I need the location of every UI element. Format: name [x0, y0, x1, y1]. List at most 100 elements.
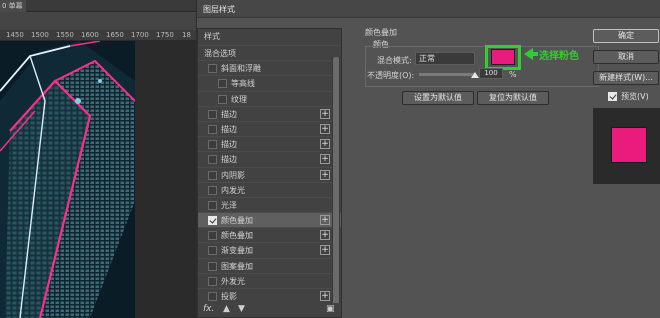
- style-item[interactable]: 描边 +: [198, 120, 341, 136]
- style-item[interactable]: 斜面和浮雕: [198, 60, 341, 75]
- style-item-checkbox[interactable]: [218, 94, 227, 104]
- style-item[interactable]: 等高线: [198, 75, 341, 90]
- cancel-button[interactable]: 取消: [593, 50, 659, 64]
- style-item[interactable]: 内发光: [198, 181, 341, 197]
- style-item[interactable]: 颜色叠加 +: [198, 227, 341, 242]
- style-item-checkbox[interactable]: [208, 246, 217, 256]
- preview-label: 预览(V): [621, 92, 649, 101]
- document-tab[interactable]: 0 单幕: [0, 0, 26, 12]
- style-item-checkbox[interactable]: [208, 292, 217, 301]
- blend-mode-label: 混合模式:: [377, 56, 412, 65]
- style-item-label: 光泽: [221, 200, 237, 210]
- style-item-checkbox[interactable]: [208, 124, 217, 134]
- add-effect-icon[interactable]: +: [320, 139, 330, 150]
- ruler-tick: 1650: [106, 31, 124, 39]
- style-item-checkbox[interactable]: [208, 200, 217, 210]
- style-item-checkbox[interactable]: [208, 231, 217, 241]
- color-swatch[interactable]: [491, 49, 515, 65]
- group-title: 颜色叠加: [365, 28, 397, 37]
- move-up-icon[interactable]: ▲: [223, 304, 230, 314]
- style-item-label: 渐变叠加: [221, 246, 253, 256]
- style-item-checkbox[interactable]: [208, 185, 217, 195]
- style-item[interactable]: 光泽: [198, 196, 341, 212]
- fx-icon[interactable]: fx.: [203, 304, 214, 314]
- style-item-label: 图案叠加: [221, 261, 253, 271]
- add-effect-icon[interactable]: +: [320, 215, 330, 226]
- style-item[interactable]: 内阴影 +: [198, 166, 341, 182]
- add-effect-icon[interactable]: +: [320, 230, 330, 241]
- document-canvas[interactable]: [0, 41, 135, 318]
- annotation-text: 选择粉色: [539, 51, 579, 62]
- add-effect-icon[interactable]: +: [320, 169, 330, 180]
- style-item[interactable]: 混合选项: [198, 45, 341, 60]
- opacity-slider-thumb[interactable]: [471, 72, 479, 78]
- style-item-label: 投影: [221, 292, 237, 301]
- add-effect-icon[interactable]: +: [320, 123, 330, 134]
- style-item[interactable]: 渐变叠加 +: [198, 242, 341, 257]
- style-list-panel: 样式 混合选项 斜面和浮雕 等高线 纹理 描边 + 描边 + 描边 + 描边 + 内阴影 + 内发光 光泽 颜色…: [197, 28, 342, 318]
- set-default-button[interactable]: 设置为默认值: [402, 91, 474, 105]
- style-list-header[interactable]: 样式: [198, 29, 341, 45]
- move-down-icon[interactable]: ▼: [238, 304, 245, 314]
- style-item-label: 混合选项: [204, 49, 236, 58]
- ruler-tick: 1750: [156, 31, 174, 39]
- add-effect-icon[interactable]: +: [320, 291, 330, 301]
- style-item-checkbox[interactable]: [208, 261, 217, 271]
- style-list-footer: fx. ▲ ▼ ▣: [198, 303, 341, 317]
- reset-default-button[interactable]: 复位为默认值: [477, 91, 549, 105]
- preview-checkbox[interactable]: [608, 92, 617, 101]
- ruler-tick: 18: [182, 31, 191, 39]
- building-photo: [0, 41, 135, 318]
- style-item-checkbox[interactable]: [208, 155, 217, 165]
- style-item-label: 描边: [221, 140, 237, 150]
- dialog-titlebar[interactable]: 图层样式: [197, 0, 660, 18]
- canvas-pasteboard: [135, 41, 196, 318]
- style-item[interactable]: 纹理: [198, 90, 341, 106]
- opacity-label: 不透明度(O):: [367, 71, 415, 80]
- style-item[interactable]: 投影 +: [198, 288, 341, 303]
- ruler-tick: 1550: [56, 31, 74, 39]
- trash-icon[interactable]: ▣: [326, 304, 335, 314]
- style-item[interactable]: 描边 +: [198, 151, 341, 166]
- dialog-title: 图层样式: [203, 5, 235, 14]
- style-item[interactable]: 外发光: [198, 272, 341, 288]
- annotation-arrow-stem: [532, 52, 538, 56]
- style-item-label: 描边: [221, 155, 237, 165]
- style-list-scrollbar[interactable]: [332, 57, 340, 317]
- add-effect-icon[interactable]: +: [320, 108, 330, 119]
- scrollbar-thumb[interactable]: [333, 57, 339, 312]
- screen: 0 单幕 1450 1500 1550 1600 1650 1700 1750 …: [0, 0, 660, 318]
- opacity-input[interactable]: 100: [479, 68, 503, 79]
- style-item-label: 颜色叠加: [221, 216, 253, 226]
- style-item-checkbox[interactable]: [218, 79, 227, 89]
- style-item-checkbox[interactable]: [208, 140, 217, 150]
- style-item[interactable]: 描边 +: [198, 136, 341, 151]
- ruler-tick: 1600: [81, 31, 99, 39]
- style-item-checkbox[interactable]: [208, 109, 217, 119]
- style-item-label: 等高线: [231, 79, 255, 89]
- style-preview-swatch: [611, 127, 647, 163]
- style-item-checkbox[interactable]: [208, 170, 217, 180]
- ruler-tick: 1500: [31, 31, 49, 39]
- blend-mode-select[interactable]: 正常: [415, 52, 475, 65]
- style-item-label: 纹理: [231, 94, 247, 104]
- style-item-label: 颜色叠加: [221, 231, 253, 241]
- style-item-label: 斜面和浮雕: [221, 64, 261, 74]
- style-item-label: 描边: [221, 124, 237, 134]
- style-list: 混合选项 斜面和浮雕 等高线 纹理 描边 + 描边 + 描边 + 描边 + 内阴影 + 内发光 光泽 颜色叠加 +…: [198, 45, 341, 303]
- ps-tab-bar: 0 单幕: [0, 0, 196, 12]
- style-item[interactable]: 颜色叠加 +: [198, 212, 341, 228]
- style-item-checkbox[interactable]: [208, 64, 217, 74]
- layer-style-dialog: 图层样式 样式 混合选项 斜面和浮雕 等高线 纹理 描边 + 描边 + 描边 + 描边 + 内阴影 + 内发…: [196, 0, 660, 318]
- add-effect-icon[interactable]: +: [320, 154, 330, 165]
- style-item[interactable]: 描边 +: [198, 105, 341, 121]
- style-item-checkbox[interactable]: [208, 276, 217, 286]
- new-style-button[interactable]: 新建样式(W)...: [593, 71, 659, 85]
- ruler-tick: 1700: [131, 31, 149, 39]
- opacity-slider[interactable]: [419, 73, 475, 76]
- add-effect-icon[interactable]: +: [320, 245, 330, 256]
- style-item-checkbox[interactable]: [208, 216, 217, 226]
- style-item-label: 内阴影: [221, 170, 245, 180]
- style-item[interactable]: 图案叠加: [198, 257, 341, 273]
- ok-button[interactable]: 确定: [593, 29, 659, 43]
